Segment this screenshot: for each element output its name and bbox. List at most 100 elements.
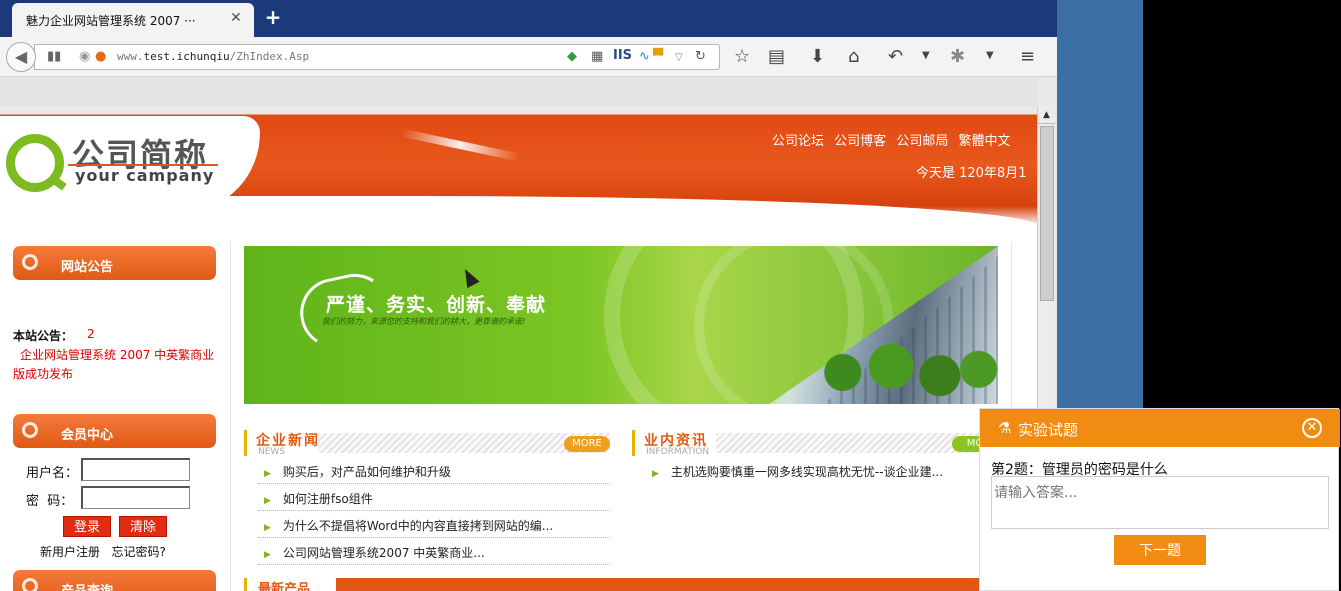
latest-products-title: 最新产品 (258, 582, 311, 591)
home-icon[interactable]: ⌂ (848, 46, 859, 67)
undo-menu-icon[interactable]: ▼ (922, 50, 930, 61)
bullet-arrow-icon: ▶ (264, 469, 271, 479)
hamburger-menu-icon[interactable]: ≡ (1020, 46, 1035, 67)
logo-english-name: your campany (75, 166, 215, 185)
password-input[interactable] (81, 486, 190, 509)
product-search-heading: 产品查询 (61, 580, 113, 591)
news-item[interactable]: ▶ 购买后，对产品如何维护和升级 (264, 463, 451, 480)
back-button[interactable]: ◀ (6, 42, 36, 72)
exam-panel-title: 实验试题 (1018, 421, 1079, 439)
globe-icon: ◉ (79, 49, 91, 64)
news-section-subtitle: NEWS (258, 447, 286, 457)
reload-icon[interactable]: ↻ (695, 49, 706, 64)
industry-section-subtitle: INFORMATION (646, 447, 710, 457)
bullet-arrow-icon: ▶ (652, 469, 659, 479)
next-question-button[interactable]: 下一题 (1114, 535, 1206, 565)
mail-link[interactable]: 公司邮局 (896, 134, 948, 149)
flask-icon: ⚗ (998, 419, 1012, 437)
bullet-arrow-icon: ▶ (264, 523, 271, 533)
news-section-header: 企业新闻 NEWS MORE (244, 430, 610, 458)
news-separator (258, 564, 610, 565)
notice-heading: 网站公告 (61, 260, 114, 275)
blog-link[interactable]: 公司博客 (834, 134, 886, 149)
news-item[interactable]: ▶ 如何注册fso组件 (264, 490, 373, 507)
industry-section-header: 业内资讯 INFORMATION MO (632, 430, 1032, 458)
member-heading-box: 会员中心 (13, 414, 216, 448)
download-icon[interactable]: ⬇ (810, 46, 825, 67)
industry-section-bar (632, 430, 635, 456)
exam-panel: ⚗ 实验试题 ✕ 第2题：管理员的密码是什么 下一题 (979, 408, 1340, 591)
traditional-chinese-link[interactable]: 繁體中文 (958, 134, 1010, 149)
undo-icon[interactable]: ↶ (888, 46, 903, 67)
iis-icon[interactable]: IIS (613, 48, 632, 63)
scrollbar-thumb[interactable] (1040, 126, 1054, 301)
column-divider (230, 242, 231, 591)
header-wave (0, 196, 1037, 226)
qr-code-icon[interactable]: ▦ (591, 49, 603, 64)
news-item[interactable]: ▶ 为什么不提倡将Word中的内容直接拷到网站的编... (264, 517, 553, 534)
bullet-arrow-icon: ▶ (264, 550, 271, 560)
notice-heading-box: 网站公告 (13, 246, 216, 280)
dropdown-arrow-icon[interactable]: ▽ (675, 52, 683, 63)
close-icon[interactable]: ✕ (1302, 418, 1322, 438)
news-separator (258, 510, 610, 511)
notice-item-link[interactable]: 企业网站管理系统 2007 中英繁商业版成功发布 (13, 346, 218, 384)
news-separator (258, 483, 610, 484)
latest-products-bar (244, 578, 979, 591)
extension-menu-icon[interactable]: ▼ (986, 50, 994, 61)
tab-title: 魅力企业网站管理系统 2007 ··· (26, 14, 196, 28)
site-header: 公司简称 your campany 公司论坛 公司博客 公司邮局 繁體中文 今天… (0, 106, 1037, 226)
header-light-streak (400, 128, 520, 162)
banner-slogan: 严谨、务实、创新、奉献 (326, 294, 547, 316)
new-tab-button[interactable]: + (262, 5, 284, 29)
extension-icon[interactable]: ✱ (950, 46, 965, 67)
notice-label: 本站公告： (13, 329, 74, 343)
navigation-toolbar: ▮▮ ◉ ● www.test.ichunqiu/ZhIndex.Asp ◆ ▦… (0, 37, 1057, 77)
browser-window: 魅力企业网站管理系统 2007 ··· ✕ + ▮▮ ◉ ● www.test.… (0, 0, 1057, 591)
web-page: 公司简称 your campany 公司论坛 公司博客 公司邮局 繁體中文 今天… (0, 106, 1037, 591)
reading-list-icon[interactable]: ▤ (768, 46, 785, 67)
header-links: 公司论坛 公司博客 公司邮局 繁體中文 (772, 130, 1016, 149)
wave-icon: ∿ (639, 49, 650, 64)
exam-panel-header: ⚗ 实验试题 ✕ (980, 409, 1340, 447)
tab-active[interactable]: 魅力企业网站管理系统 2007 ··· ✕ (12, 3, 254, 37)
product-search-heading-icon (22, 578, 38, 591)
address-bar[interactable]: ▮▮ ◉ ● www.test.ichunqiu/ZhIndex.Asp ◆ ▦… (34, 44, 720, 70)
product-search-heading-box: 产品查询 (13, 570, 216, 591)
news-item[interactable]: ▶ 公司网站管理系统2007 中英繁商业... (264, 544, 485, 561)
hero-banner: 严谨、务实、创新、奉献 我们的努力，来源您的支持和我们的耕大，更靠谱的承诺! (244, 246, 998, 404)
tab-strip: 魅力企业网站管理系统 2007 ··· ✕ + (0, 0, 1057, 37)
latest-products-accent (244, 578, 247, 591)
member-heading: 会员中心 (61, 428, 114, 443)
news-more-button[interactable]: MORE (564, 436, 610, 452)
notice-count: 2 (87, 327, 95, 341)
url-text[interactable]: www.test.ichunqiu/ZhIndex.Asp (117, 50, 309, 63)
answer-input[interactable] (991, 476, 1329, 529)
forum-link[interactable]: 公司论坛 (772, 134, 824, 149)
forgot-password-link[interactable]: 忘记密码? (111, 545, 165, 559)
notice-heading-icon (22, 254, 38, 270)
page-info-icon[interactable]: ▮▮ (47, 49, 61, 64)
username-input[interactable] (81, 458, 190, 481)
login-button[interactable]: 登录 (63, 516, 111, 537)
industry-item[interactable]: ▶ 主机选购要慎重一网多线实现高枕无忧--谈企业建... (652, 463, 943, 480)
news-separator (258, 537, 610, 538)
banner-subtitle: 我们的努力，来源您的支持和我们的耕大，更靠谱的承诺! (322, 317, 526, 326)
date-display: 今天是 120年8月1 (916, 166, 1027, 181)
news-section-bar (244, 430, 247, 456)
password-label: 密 码： (26, 494, 74, 509)
windows-icon[interactable]: ▀ (653, 49, 663, 64)
content-top-gap (0, 78, 1037, 106)
scroll-up-icon[interactable]: ▲ (1038, 106, 1055, 124)
bullet-arrow-icon: ▶ (264, 496, 271, 506)
member-heading-icon (22, 422, 38, 438)
username-label: 用户名： (26, 466, 79, 481)
clear-button[interactable]: 清除 (119, 516, 167, 537)
warning-icon: ● (95, 49, 107, 64)
register-links: 新用户注册 忘记密码? (40, 543, 166, 560)
trees-image (804, 341, 998, 404)
shield-icon[interactable]: ◆ (567, 49, 577, 64)
register-link[interactable]: 新用户注册 (40, 545, 100, 559)
tab-close-icon[interactable]: ✕ (230, 10, 242, 26)
bookmark-star-icon[interactable]: ☆ (734, 46, 750, 67)
